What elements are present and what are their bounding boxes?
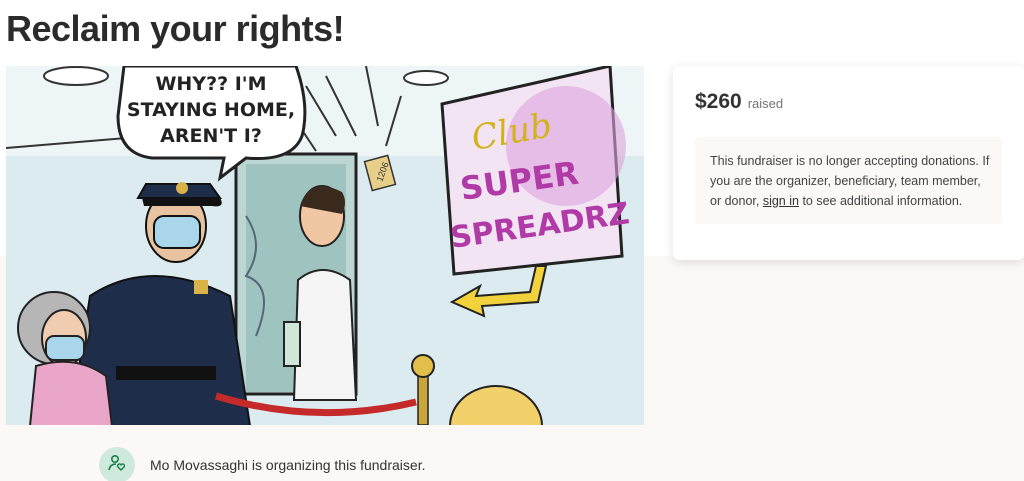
sign-in-link[interactable]: sign in bbox=[763, 194, 799, 208]
raised-amount: $260 bbox=[695, 90, 742, 113]
raised-summary: $260 raised bbox=[695, 90, 783, 114]
hero-image[interactable]: 1206 WHY?? I'M STAYING HOME, AREN'T I? C… bbox=[6, 66, 644, 425]
raised-label: raised bbox=[747, 96, 784, 111]
person-heart-icon bbox=[107, 453, 127, 478]
speech-bubble-line-3: AREN'T I? bbox=[160, 125, 262, 147]
donation-card: $260 raised This fundraiser is no longer… bbox=[673, 66, 1024, 260]
notice-text-end: to see additional information. bbox=[798, 194, 963, 208]
page: Reclaim your rights! 1206 WHY?? I'M STAY… bbox=[0, 0, 1024, 481]
organizer-avatar bbox=[99, 447, 135, 481]
speech-bubble-line-1: WHY?? I'M bbox=[155, 73, 266, 95]
organizer-row: Mo Movassaghi is organizing this fundrai… bbox=[99, 447, 425, 481]
club-sign: Club SUPER SPREADRZ bbox=[440, 66, 632, 276]
closed-fundraiser-notice: This fundraiser is no longer accepting d… bbox=[695, 137, 1002, 224]
speech-bubble-line-2: STAYING HOME, bbox=[127, 99, 295, 121]
organizer-text: Mo Movassaghi is organizing this fundrai… bbox=[150, 457, 426, 473]
page-title: Reclaim your rights! bbox=[6, 8, 345, 49]
